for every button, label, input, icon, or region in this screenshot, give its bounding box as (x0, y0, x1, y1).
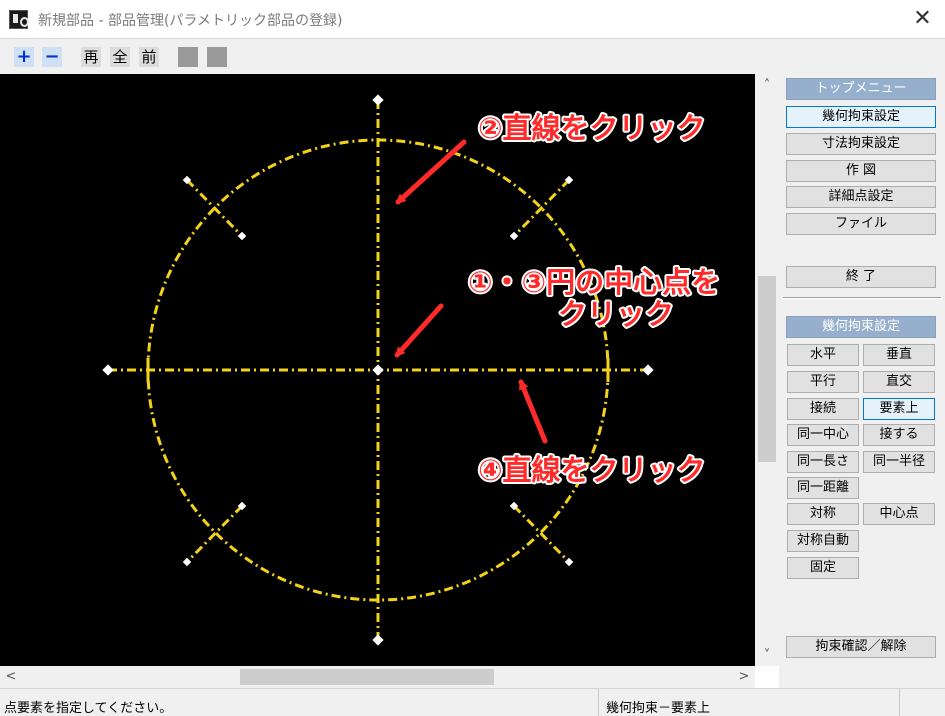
perpendicular-constraint-button[interactable]: 直交 (863, 371, 935, 393)
endpoint-marker[interactable] (102, 364, 114, 376)
equal-radius-constraint-button[interactable]: 同一半径 (863, 451, 935, 473)
annotation-arrow-step4 (518, 379, 548, 444)
vertical-constraint-button[interactable]: 垂直 (863, 344, 935, 366)
drawing-button[interactable]: 作 図 (786, 160, 936, 182)
annotation-step13-line2: クリック (558, 297, 674, 331)
midpoint-constraint-button[interactable]: 中心点 (863, 503, 935, 525)
annotation-step4: ④直線をクリック (478, 453, 706, 487)
file-button[interactable]: ファイル (786, 213, 936, 235)
diagonal-line-top-left[interactable] (185, 178, 244, 238)
annotation-arrow-step2 (395, 139, 467, 205)
constraint-header-button[interactable]: 幾何拘束設定 (786, 316, 936, 338)
endpoint-marker[interactable] (182, 557, 192, 567)
disabled-tool-button (178, 47, 198, 67)
scroll-left-arrow[interactable]: < (0, 666, 22, 688)
on-element-constraint-button[interactable]: 要素上 (863, 398, 935, 420)
scroll-up-arrow[interactable]: ˄ (755, 74, 779, 98)
status-mode-pane: 幾何拘束－要素上 (598, 689, 900, 716)
auto-symmetric-constraint-button[interactable]: 対称自動 (787, 530, 859, 552)
horizontal-constraint-button[interactable]: 水平 (787, 344, 859, 366)
vertical-scrollbar[interactable]: ˄ ˅ (755, 74, 779, 666)
command-panel: トップメニュー 幾何拘束設定 寸法拘束設定 作 図 詳細点設定 ファイル 終 了… (779, 74, 945, 688)
diagonal-line-bottom-right[interactable] (512, 504, 571, 564)
show-all-button[interactable]: 全 (110, 47, 130, 67)
annotation-arrow-step13 (394, 303, 444, 358)
window-title: 新規部品 - 部品管理(パラメトリック部品の登録) (38, 13, 343, 29)
scroll-down-arrow[interactable]: ˅ (755, 644, 779, 668)
zoom-in-button[interactable]: + (14, 47, 34, 67)
drawing-canvas[interactable]: ②直線をクリック ①・③円の中心点を クリック ④直線をクリック (0, 74, 755, 666)
endpoint-marker[interactable] (509, 231, 519, 241)
close-button[interactable]: ✕ (900, 0, 945, 38)
exit-button[interactable]: 終 了 (786, 266, 936, 288)
tangent-constraint-button[interactable]: 接する (863, 424, 935, 446)
endpoint-marker[interactable] (372, 94, 384, 106)
status-mode: 幾何拘束－要素上 (606, 701, 711, 716)
drawing-svg: ②直線をクリック ①・③円の中心点を クリック ④直線をクリック (102, 94, 722, 646)
dimension-constraint-settings-button[interactable]: 寸法拘束設定 (786, 133, 936, 155)
equal-distance-constraint-button[interactable]: 同一距離 (787, 477, 859, 499)
geometric-constraint-settings-button[interactable]: 幾何拘束設定 (786, 106, 936, 128)
status-bar: 点要素を指定してください。 幾何拘束－要素上 (0, 688, 945, 716)
zoom-out-button[interactable]: − (42, 47, 62, 67)
vertical-scroll-thumb[interactable] (758, 276, 776, 462)
endpoint-marker[interactable] (237, 231, 247, 241)
diagonal-line-top-right[interactable] (512, 178, 571, 238)
concentric-constraint-button[interactable]: 同一中心 (787, 424, 859, 446)
equal-length-constraint-button[interactable]: 同一長さ (787, 451, 859, 473)
diagonal-line-bottom-left[interactable] (185, 504, 244, 564)
confirm-release-constraint-button[interactable]: 拘束確認／解除 (786, 636, 936, 658)
center-point-marker[interactable] (372, 364, 384, 376)
title-bar: 新規部品 - 部品管理(パラメトリック部品の登録) ✕ (0, 0, 945, 38)
endpoint-marker[interactable] (642, 364, 654, 376)
endpoint-marker[interactable] (564, 557, 574, 567)
panel-divider (783, 297, 941, 299)
scroll-right-arrow[interactable]: > (733, 666, 755, 688)
horizontal-scrollbar[interactable]: < > (0, 666, 755, 688)
status-message: 点要素を指定してください。 (4, 701, 173, 716)
disabled-tool-button (207, 47, 227, 67)
parallel-constraint-button[interactable]: 平行 (787, 371, 859, 393)
toolbar: + − 再 全 前 (0, 38, 945, 74)
symmetric-constraint-button[interactable]: 対称 (787, 503, 859, 525)
previous-view-button[interactable]: 前 (139, 47, 159, 67)
top-menu-button[interactable]: トップメニュー (786, 78, 936, 100)
connect-constraint-button[interactable]: 接続 (787, 398, 859, 420)
detail-point-settings-button[interactable]: 詳細点設定 (786, 186, 936, 208)
annotation-step2: ②直線をクリック (478, 111, 706, 145)
app-icon (9, 10, 29, 29)
endpoint-marker[interactable] (372, 634, 384, 646)
horizontal-scroll-thumb[interactable] (240, 669, 494, 685)
fixed-constraint-button[interactable]: 固定 (787, 557, 859, 579)
redraw-button[interactable]: 再 (81, 47, 101, 67)
annotation-step13-line1: ①・③円の中心点を (468, 265, 720, 299)
